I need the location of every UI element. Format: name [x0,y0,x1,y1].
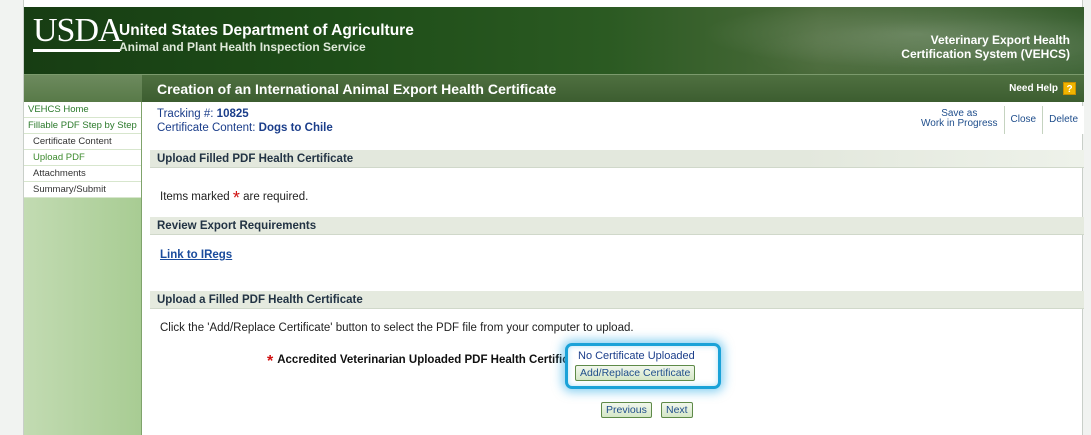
system-name: Veterinary Export Health Certification S… [901,33,1070,61]
save-button-line2: Work in Progress [921,118,998,129]
section-header-review: Review Export Requirements [150,217,1084,235]
title-bar-left-block [24,75,142,102]
page-title: Creation of an International Animal Expo… [157,81,557,97]
required-note-post: are required. [243,191,309,203]
certificate-content-value: Dogs to Chile [258,122,333,134]
title-bar: Creation of an International Animal Expo… [24,74,1084,102]
irregs-link[interactable]: Link to IRegs [160,249,232,261]
system-name-line1: Veterinary Export Health [930,33,1070,47]
need-help-link[interactable]: Need Help [1009,83,1058,94]
required-note: Items marked * are required. [160,188,308,209]
delete-button[interactable]: Delete [1042,106,1084,134]
sidebar-item-upload-pdf[interactable]: Upload PDF [24,150,141,166]
usda-logo[interactable]: USDA [33,12,123,52]
certificate-upload-box: No Certificate Uploaded Add/Replace Cert… [565,343,721,389]
section-header-upload-pdf: Upload a Filled PDF Health Certificate [150,291,1084,309]
upload-status-text: No Certificate Uploaded [578,350,695,362]
main-content: Tracking #: 10825 Certificate Content: D… [150,102,1084,435]
required-star-icon: * [232,188,240,208]
section-header-upload-filled: Upload Filled PDF Health Certificate [150,150,1084,168]
sidebar-item-vehcs-home[interactable]: VEHCS Home [24,102,141,118]
save-work-in-progress-button[interactable]: Save as Work in Progress [915,106,1004,134]
section-title: Review Export Requirements [157,220,317,232]
close-button[interactable]: Close [1003,106,1043,134]
sidebar-nav: VEHCS Home Fillable PDF Step by Step Cer… [24,102,142,435]
system-name-line2: Certification System (VEHCS) [901,47,1070,61]
app-frame: USDA United States Department of Agricul… [23,0,1084,435]
section-title: Upload Filled PDF Health Certificate [157,153,354,165]
site-header: USDA United States Department of Agricul… [24,7,1084,74]
certificate-content: Certificate Content: Dogs to Chile [157,122,333,134]
help-icon[interactable]: ? [1063,82,1076,95]
previous-button[interactable]: Previous [601,402,652,418]
certificate-field-label-text: Accredited Veterinarian Uploaded PDF Hea… [277,354,590,366]
required-note-pre: Items marked [160,191,230,203]
certificate-field-label: * Accredited Veterinarian Uploaded PDF He… [267,353,589,371]
certificate-content-label: Certificate Content: [157,122,256,134]
sidebar-item-attachments[interactable]: Attachments [24,166,141,182]
tracking-value: 10825 [216,108,249,120]
sidebar-item-certificate-content[interactable]: Certificate Content [24,134,141,150]
action-toolbar: Save as Work in Progress Close Delete [915,106,1084,134]
agency-name: United States Department of Agriculture [119,22,414,39]
sidebar-item-summary-submit[interactable]: Summary/Submit [24,182,141,198]
upload-instructions: Click the 'Add/Replace Certificate' butt… [160,322,634,334]
required-star-icon: * [267,353,274,370]
sidebar-item-fillable-pdf[interactable]: Fillable PDF Step by Step [24,118,141,134]
add-replace-certificate-button[interactable]: Add/Replace Certificate [575,365,696,381]
next-button[interactable]: Next [661,402,693,418]
tracking-label: Tracking #: [157,108,214,120]
tracking-number: Tracking #: 10825 [157,108,249,120]
agency-subtitle: Animal and Plant Health Inspection Servi… [119,40,366,54]
section-title: Upload a Filled PDF Health Certificate [157,294,363,306]
